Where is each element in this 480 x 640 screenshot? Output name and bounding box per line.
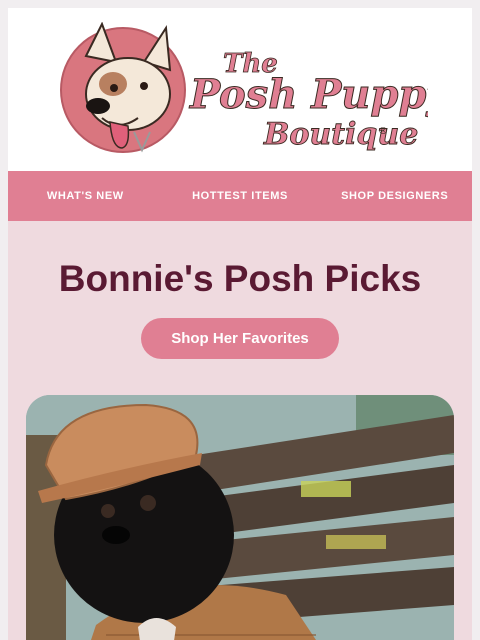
email-card: The Posh Puppy Boutique ® WHAT'S NEW HOT…: [8, 8, 472, 640]
nav-item-whats-new[interactable]: WHAT'S NEW: [8, 171, 163, 221]
header: The Posh Puppy Boutique ®: [8, 8, 472, 171]
dog-photo-image: [26, 395, 454, 640]
posh-puppy-logo[interactable]: The Posh Puppy Boutique ®: [58, 22, 428, 162]
shop-her-favorites-button[interactable]: Shop Her Favorites: [141, 318, 339, 359]
nav-bar: WHAT'S NEW HOTTEST ITEMS SHOP DESIGNERS: [8, 171, 472, 221]
logo-text-boutique: Boutique: [263, 117, 418, 152]
nav-item-hottest-items[interactable]: HOTTEST ITEMS: [163, 171, 318, 221]
registered-mark: ®: [378, 126, 388, 137]
page-title: Bonnie's Posh Picks: [58, 258, 422, 299]
hero-photo[interactable]: [26, 395, 454, 640]
logo-text-posh-puppy: Posh Puppy: [189, 71, 428, 118]
nav-item-shop-designers[interactable]: SHOP DESIGNERS: [317, 171, 472, 221]
